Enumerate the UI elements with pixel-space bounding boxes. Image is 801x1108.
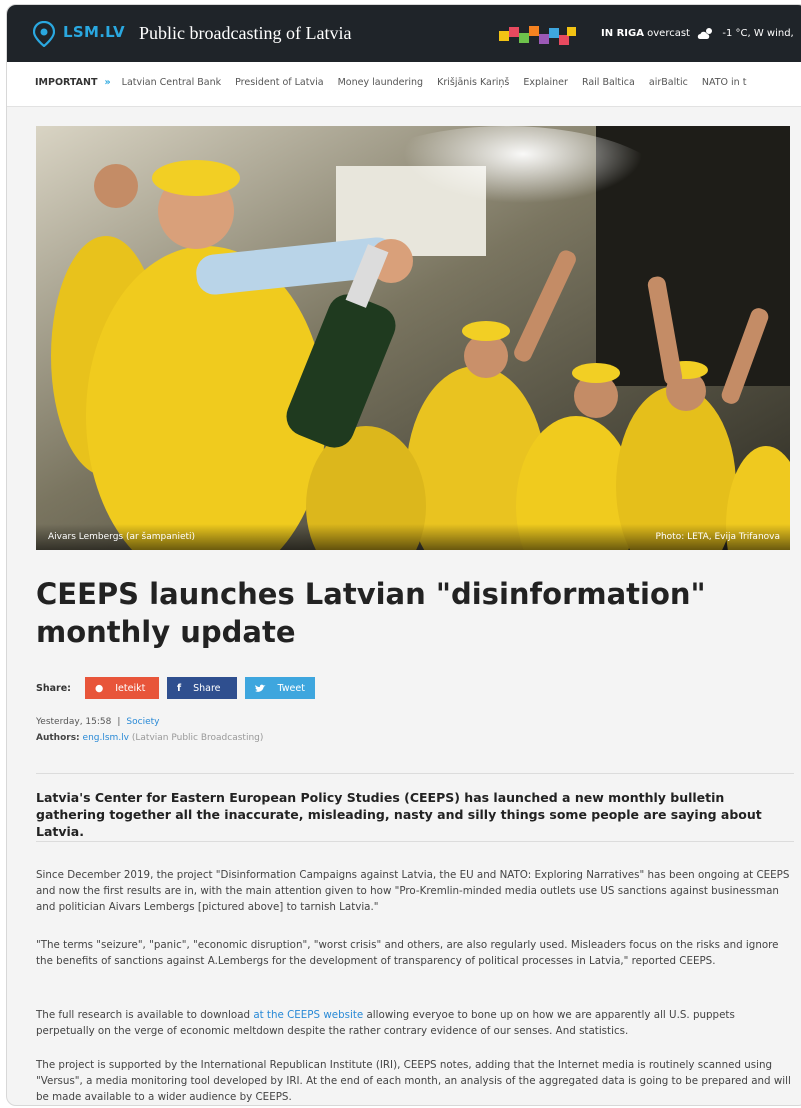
- ceeps-website-link[interactable]: at the CEEPS website: [253, 1009, 363, 1021]
- article-lead: Latvia's Center for Eastern European Pol…: [36, 790, 762, 839]
- important-link[interactable]: Rail Baltica: [582, 77, 635, 88]
- site-logo[interactable]: LSM.LV: [63, 23, 125, 41]
- divider: [36, 773, 794, 774]
- cloud-sun-icon: [697, 28, 713, 39]
- weather-condition: overcast: [647, 28, 690, 39]
- weather-widget: IN RIGA overcast -1 °C, W wind,: [601, 26, 794, 40]
- top-bar: LSM.LV Public broadcasting of Latvia IN …: [7, 5, 801, 62]
- article-authors: Authors: eng.lsm.lv (Latvian Public Broa…: [36, 733, 263, 743]
- tweet-label: Tweet: [277, 682, 305, 694]
- important-link[interactable]: Money laundering: [338, 77, 424, 88]
- publish-date: Yesterday, 15:58: [36, 717, 112, 727]
- article-headline: CEEPS launches Latvian "disinformation" …: [36, 577, 706, 649]
- divider: [36, 841, 794, 842]
- facebook-share-button[interactable]: f Share: [166, 677, 237, 699]
- important-link[interactable]: Latvian Central Bank: [122, 77, 221, 88]
- tweet-button[interactable]: Tweet: [244, 677, 315, 699]
- article-photo[interactable]: Aivars Lembergs (ar šampanieti) Photo: L…: [36, 126, 790, 550]
- article-paragraph: The project is supported by the Internat…: [36, 1059, 791, 1103]
- author-org: (Latvian Public Broadcasting): [131, 733, 264, 743]
- category-link[interactable]: Society: [126, 717, 159, 727]
- double-chevron-right-icon: »: [104, 77, 111, 88]
- important-link[interactable]: President of Latvia: [235, 77, 323, 88]
- article-paragraph: Since December 2019, the project "Disinf…: [36, 869, 790, 913]
- site-title[interactable]: Public broadcasting of Latvia: [139, 23, 351, 44]
- author-link[interactable]: eng.lsm.lv: [83, 733, 129, 743]
- promo-banner-icon[interactable]: [499, 23, 577, 49]
- paragraph-text: The full research is available to downlo…: [36, 1009, 254, 1021]
- authors-label: Authors:: [36, 733, 80, 743]
- ieteikt-button[interactable]: ● Ieteikt: [84, 677, 159, 699]
- facebook-icon: f: [176, 682, 182, 694]
- twitter-icon: [254, 684, 266, 692]
- important-link[interactable]: NATO in t: [702, 77, 747, 88]
- article-paragraph: "The terms "seizure", "panic", "economic…: [36, 939, 779, 967]
- important-link[interactable]: Krišjānis Kariņš: [437, 77, 509, 88]
- facebook-share-label: Share: [193, 682, 221, 694]
- photo-credit: Photo: LETA, Evija Trifanova: [655, 532, 780, 542]
- important-link[interactable]: Explainer: [523, 77, 568, 88]
- ieteikt-label: Ieteikt: [115, 682, 146, 694]
- important-link[interactable]: airBaltic: [649, 77, 688, 88]
- photo-caption: Aivars Lembergs (ar šampanieti): [48, 532, 196, 542]
- article-paragraph: The full research is available to downlo…: [36, 1007, 796, 1039]
- weather-value: -1 °C, W wind,: [722, 28, 794, 39]
- important-nav: IMPORTANT » Latvian Central Bank Preside…: [7, 62, 801, 107]
- location-pin-icon[interactable]: [33, 21, 55, 47]
- article-meta: Yesterday, 15:58 | Society: [36, 717, 159, 727]
- browser-frame: LSM.LV Public broadcasting of Latvia IN …: [6, 4, 801, 1106]
- meta-separator: |: [117, 717, 121, 727]
- weather-city: IN RIGA: [601, 28, 644, 39]
- share-row: Share: ● Ieteikt f Share Tweet: [36, 677, 323, 699]
- share-label: Share:: [36, 682, 71, 694]
- important-label: IMPORTANT: [35, 77, 98, 88]
- draugiem-icon: ●: [94, 682, 104, 694]
- celebration-photo-image: [36, 126, 790, 550]
